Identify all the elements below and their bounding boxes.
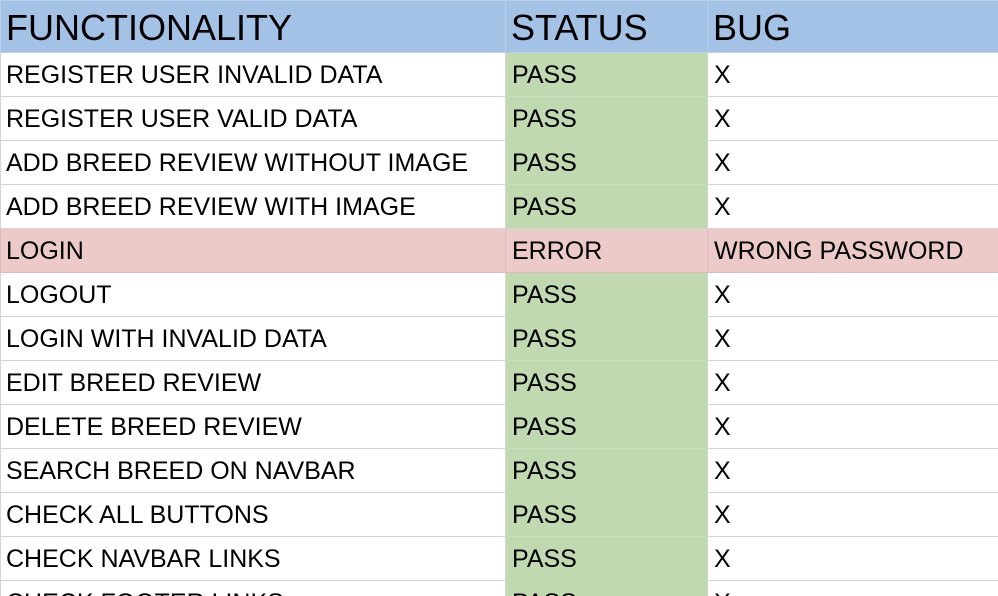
functionality-cell[interactable]: SEARCH BREED ON NAVBAR <box>0 448 506 493</box>
status-cell[interactable]: PASS <box>505 140 708 185</box>
table-row: CHECK FOOTER LINKS PASS X <box>0 580 998 596</box>
status-cell[interactable]: PASS <box>505 52 708 97</box>
status-cell[interactable]: PASS <box>505 360 708 405</box>
status-cell[interactable]: PASS <box>505 316 708 361</box>
status-cell[interactable]: PASS <box>505 448 708 493</box>
header-cell-status[interactable]: STATUS <box>505 0 708 53</box>
status-cell[interactable]: PASS <box>505 580 708 596</box>
table-row: CHECK NAVBAR LINKS PASS X <box>0 536 998 581</box>
functionality-cell[interactable]: CHECK ALL BUTTONS <box>0 492 506 537</box>
status-cell[interactable]: PASS <box>505 272 708 317</box>
header-cell-bug[interactable]: BUG <box>707 0 998 53</box>
bug-cell[interactable]: X <box>707 316 998 361</box>
header-row: FUNCTIONALITY STATUS BUG <box>0 0 998 53</box>
functionality-cell[interactable]: DELETE BREED REVIEW <box>0 404 506 449</box>
bug-cell[interactable]: X <box>707 140 998 185</box>
bug-cell[interactable]: X <box>707 448 998 493</box>
table-row-error: LOGIN ERROR WRONG PASSWORD <box>0 228 998 273</box>
bug-cell[interactable]: X <box>707 52 998 97</box>
bug-cell[interactable]: X <box>707 272 998 317</box>
table-row: LOGOUT PASS X <box>0 272 998 317</box>
bug-cell[interactable]: WRONG PASSWORD <box>707 228 998 273</box>
functionality-cell[interactable]: ADD BREED REVIEW WITH IMAGE <box>0 184 506 229</box>
table-row: LOGIN WITH INVALID DATA PASS X <box>0 316 998 361</box>
table-row: REGISTER USER VALID DATA PASS X <box>0 96 998 141</box>
bug-cell[interactable]: X <box>707 96 998 141</box>
table-row: EDIT BREED REVIEW PASS X <box>0 360 998 405</box>
status-cell[interactable]: PASS <box>505 96 708 141</box>
bug-cell[interactable]: X <box>707 404 998 449</box>
functionality-cell[interactable]: LOGIN <box>0 228 506 273</box>
table-row: ADD BREED REVIEW WITH IMAGE PASS X <box>0 184 998 229</box>
table-row: ADD BREED REVIEW WITHOUT IMAGE PASS X <box>0 140 998 185</box>
status-cell[interactable]: ERROR <box>505 228 708 273</box>
status-cell[interactable]: PASS <box>505 536 708 581</box>
header-cell-functionality[interactable]: FUNCTIONALITY <box>0 0 506 53</box>
bug-cell[interactable]: X <box>707 360 998 405</box>
test-results-table: FUNCTIONALITY STATUS BUG REGISTER USER I… <box>0 0 998 596</box>
functionality-cell[interactable]: LOGOUT <box>0 272 506 317</box>
functionality-cell[interactable]: ADD BREED REVIEW WITHOUT IMAGE <box>0 140 506 185</box>
spreadsheet-grid: FUNCTIONALITY STATUS BUG REGISTER USER I… <box>0 0 998 596</box>
bug-cell[interactable]: X <box>707 184 998 229</box>
functionality-cell[interactable]: CHECK NAVBAR LINKS <box>0 536 506 581</box>
bug-cell[interactable]: X <box>707 492 998 537</box>
functionality-cell[interactable]: CHECK FOOTER LINKS <box>0 580 506 596</box>
status-cell[interactable]: PASS <box>505 404 708 449</box>
functionality-cell[interactable]: LOGIN WITH INVALID DATA <box>0 316 506 361</box>
table-row: CHECK ALL BUTTONS PASS X <box>0 492 998 537</box>
table-row: REGISTER USER INVALID DATA PASS X <box>0 52 998 97</box>
functionality-cell[interactable]: EDIT BREED REVIEW <box>0 360 506 405</box>
status-cell[interactable]: PASS <box>505 184 708 229</box>
status-cell[interactable]: PASS <box>505 492 708 537</box>
table-row: SEARCH BREED ON NAVBAR PASS X <box>0 448 998 493</box>
bug-cell[interactable]: X <box>707 580 998 596</box>
bug-cell[interactable]: X <box>707 536 998 581</box>
table-row: DELETE BREED REVIEW PASS X <box>0 404 998 449</box>
functionality-cell[interactable]: REGISTER USER INVALID DATA <box>0 52 506 97</box>
functionality-cell[interactable]: REGISTER USER VALID DATA <box>0 96 506 141</box>
